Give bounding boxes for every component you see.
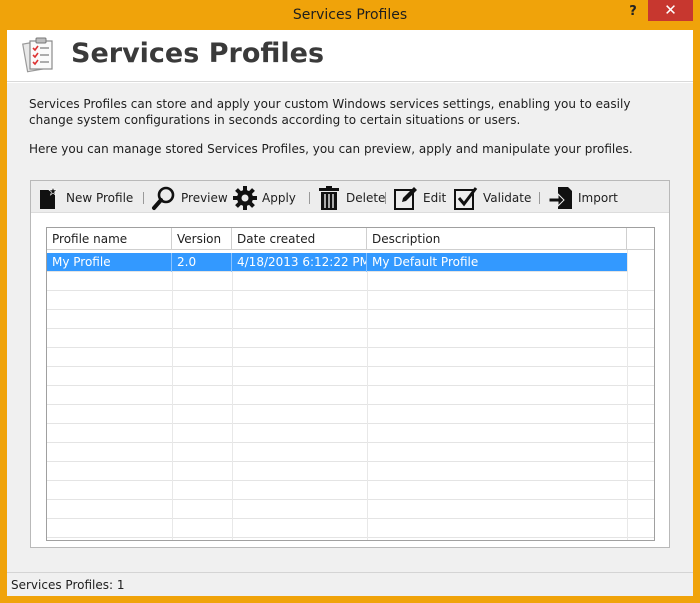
grid-line xyxy=(627,250,628,540)
checkbox-checked-icon xyxy=(452,184,480,212)
grid-line xyxy=(367,272,368,540)
window-title: Services Profiles xyxy=(292,7,408,23)
close-button[interactable]: ✕ xyxy=(648,0,693,21)
toolbar-separator xyxy=(143,192,144,204)
column-header-date-created[interactable]: Date created xyxy=(232,228,367,250)
cell-version: 2.0 xyxy=(172,253,232,272)
content-area: Services Profiles can store and apply yo… xyxy=(7,83,693,572)
app-window: Services Profiles ? ✕ Services Profiles xyxy=(0,0,700,603)
empty-row xyxy=(47,424,654,443)
empty-row xyxy=(47,272,654,291)
column-header-description[interactable]: Description xyxy=(367,228,627,250)
empty-row xyxy=(47,348,654,367)
table-row[interactable]: My Profile 2.0 4/18/2013 6:12:22 PM My D… xyxy=(47,253,627,272)
empty-row xyxy=(47,519,654,538)
toolbar-separator xyxy=(539,192,540,204)
status-bar: Services Profiles: 1 xyxy=(7,572,693,596)
page-header: Services Profiles xyxy=(7,30,693,82)
edit-label: Edit xyxy=(423,191,447,205)
title-bar[interactable]: Services Profiles ? ✕ xyxy=(0,0,700,30)
import-button[interactable]: Import xyxy=(547,184,618,212)
new-profile-button[interactable]: New Profile xyxy=(35,184,133,212)
column-header-profile-name[interactable]: Profile name xyxy=(47,228,172,250)
grid-line xyxy=(232,272,233,540)
import-icon xyxy=(547,184,575,212)
magnifier-icon xyxy=(150,184,178,212)
validate-button[interactable]: Validate xyxy=(452,184,531,212)
preview-button[interactable]: Preview xyxy=(150,184,228,212)
preview-label: Preview xyxy=(181,191,228,205)
new-profile-label: New Profile xyxy=(66,191,134,205)
toolbar: New Profile Preview Apply Delete Edit Va… xyxy=(31,181,669,213)
empty-row xyxy=(47,386,654,405)
intro-text: Services Profiles can store and apply yo… xyxy=(29,97,631,127)
toolbar-separator xyxy=(385,192,386,204)
window-client: Services Profiles Services Profiles can … xyxy=(7,30,693,596)
toolbar-separator xyxy=(309,192,310,204)
cell-date-created: 4/18/2013 6:12:22 PM xyxy=(232,253,367,272)
edit-button[interactable]: Edit xyxy=(392,184,446,212)
import-label: Import xyxy=(578,191,618,205)
help-button[interactable]: ? xyxy=(622,4,644,24)
instructions-text: Here you can manage stored Services Prof… xyxy=(29,142,633,156)
empty-row xyxy=(47,405,654,424)
clipboard-checklist-icon xyxy=(19,36,57,74)
empty-row xyxy=(47,291,654,310)
empty-row xyxy=(47,462,654,481)
status-text: Services Profiles: 1 xyxy=(11,578,125,592)
empty-row xyxy=(47,329,654,348)
delete-label: Delete xyxy=(346,191,386,205)
empty-row xyxy=(47,367,654,386)
empty-row xyxy=(47,310,654,329)
grid-line xyxy=(172,272,173,540)
cell-profile-name: My Profile xyxy=(47,253,172,272)
new-document-icon xyxy=(35,184,63,212)
empty-row xyxy=(47,443,654,462)
cell-description: My Default Profile xyxy=(372,255,479,269)
profiles-table[interactable]: Profile name Version Date created Descri… xyxy=(46,227,655,541)
page-title: Services Profiles xyxy=(71,38,325,69)
apply-button[interactable]: Apply xyxy=(231,184,296,212)
apply-label: Apply xyxy=(262,191,296,205)
delete-button[interactable]: Delete xyxy=(315,184,385,212)
pencil-icon xyxy=(392,184,420,212)
trash-can-icon xyxy=(315,184,343,212)
empty-row xyxy=(47,481,654,500)
validate-label: Validate xyxy=(483,191,532,205)
column-header-version[interactable]: Version xyxy=(172,228,232,250)
gear-icon xyxy=(231,184,259,212)
empty-row xyxy=(47,500,654,519)
profiles-panel: New Profile Preview Apply Delete Edit Va… xyxy=(30,180,670,548)
table-header: Profile name Version Date created Descri… xyxy=(47,228,654,250)
